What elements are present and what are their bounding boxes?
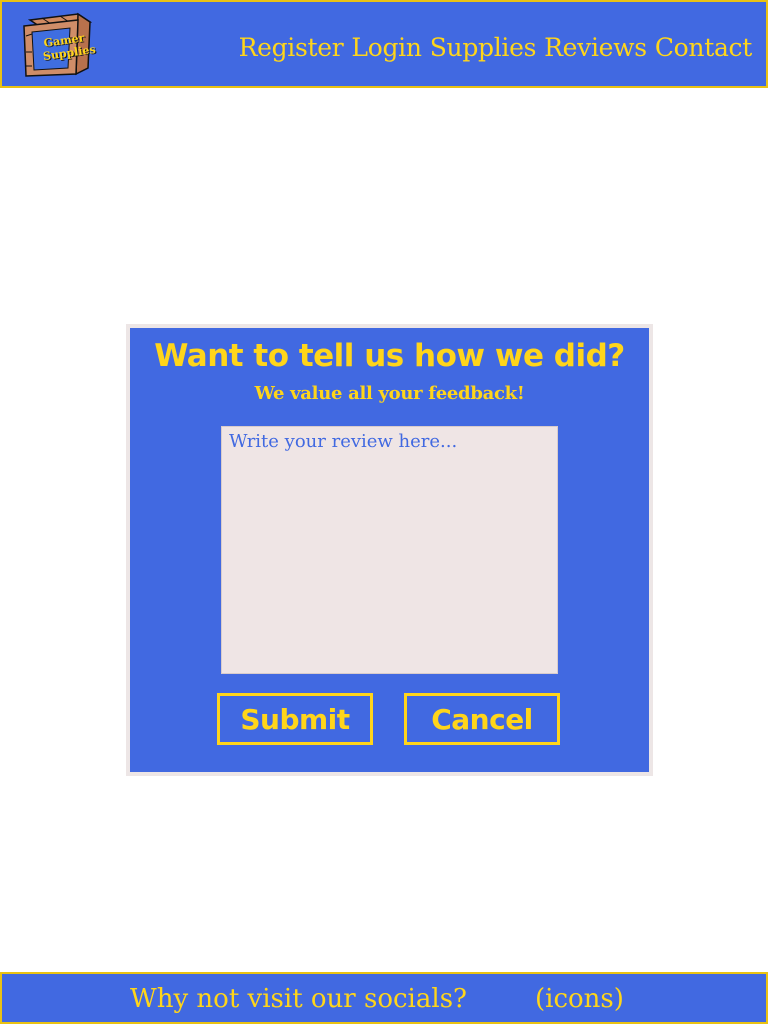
review-subtitle: We value all your feedback! [254, 383, 525, 404]
nav-supplies[interactable]: Supplies [430, 30, 537, 66]
site-header: Gamer Supplies Register Login Supplies R… [0, 0, 768, 88]
page: Gamer Supplies Register Login Supplies R… [0, 0, 768, 1024]
footer-socials-text: Why not visit our socials? [130, 984, 467, 1014]
nav-contact[interactable]: Contact [655, 30, 752, 66]
review-title: Want to tell us how we did? [154, 338, 625, 374]
site-footer: Why not visit our socials? (icons) [0, 972, 768, 1024]
nav-register[interactable]: Register [239, 30, 344, 66]
nav-reviews[interactable]: Reviews [544, 30, 647, 66]
nav-login[interactable]: Login [351, 30, 422, 66]
submit-button[interactable]: Submit [217, 693, 373, 745]
review-card: Want to tell us how we did? We value all… [126, 324, 653, 776]
review-input[interactable] [221, 426, 558, 674]
site-logo[interactable]: Gamer Supplies [20, 12, 96, 78]
cancel-button[interactable]: Cancel [404, 693, 560, 745]
footer-social-icons-placeholder[interactable]: (icons) [535, 982, 624, 1016]
main-nav: Register Login Supplies Reviews Contact [239, 30, 753, 66]
